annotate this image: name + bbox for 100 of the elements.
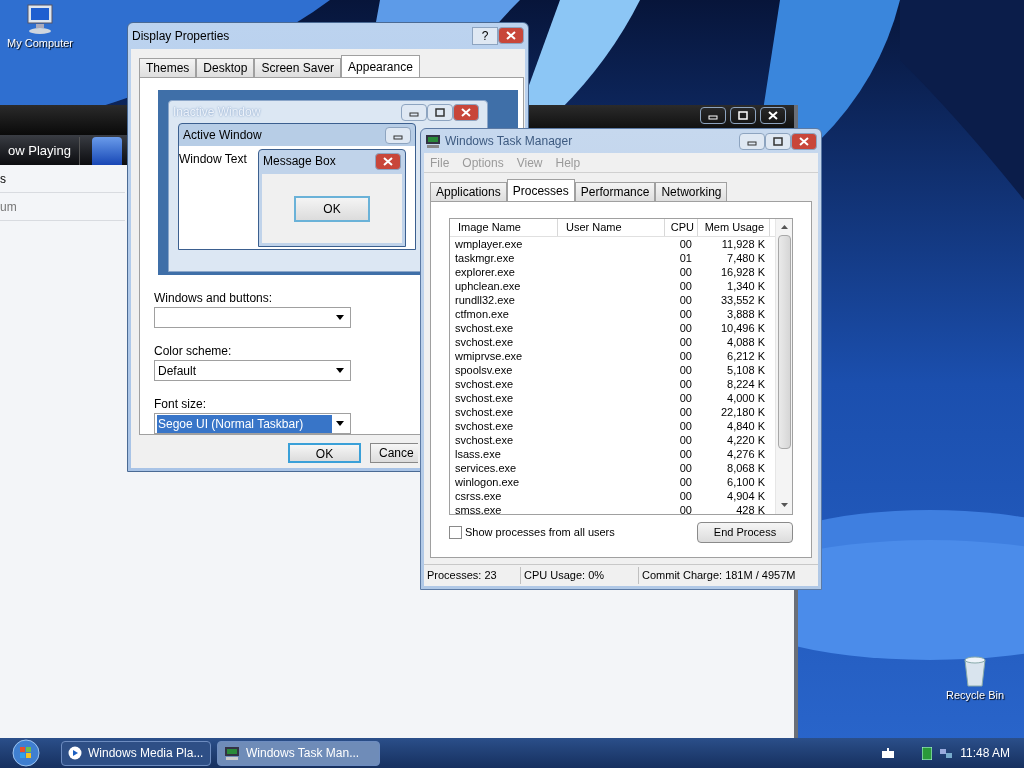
dialog-button[interactable]: OK — [288, 443, 361, 463]
table-cell-text: smss.exe — [454, 502, 503, 514]
column-header[interactable]: CPU — [665, 219, 698, 236]
field-label: Windows and buttons: — [154, 290, 273, 305]
dropdown[interactable]: Default — [154, 360, 351, 381]
trash-can-icon[interactable] — [962, 655, 988, 687]
table-cell-text: 4,276 K — [726, 446, 766, 461]
table-cell-text: spoolsv.exe — [454, 362, 514, 377]
caret-icon — [336, 315, 344, 320]
tab[interactable]: Screen Saver — [254, 58, 342, 77]
dropdown[interactable] — [154, 307, 351, 328]
checkbox[interactable] — [449, 526, 462, 539]
table-cell-text: 00 — [678, 418, 693, 433]
close-icon — [383, 156, 393, 166]
window-title: Active Window — [183, 127, 262, 144]
column-header[interactable]: Mem Usage — [698, 219, 770, 236]
table-cell-text: 10,496 K — [719, 320, 766, 335]
table-cell-text: 6,212 K — [726, 348, 766, 363]
down-arrow-icon[interactable] — [780, 503, 788, 507]
network-icon[interactable] — [940, 747, 953, 759]
tab[interactable]: Networking — [655, 182, 728, 201]
close-icon — [768, 111, 778, 120]
tab[interactable]: Appearance — [341, 55, 420, 77]
table-cell-text: 00 — [678, 362, 693, 377]
table-cell-text: 00 — [678, 236, 693, 251]
tab[interactable]: Desktop — [196, 58, 255, 77]
column-header[interactable]: User Name — [558, 219, 665, 236]
ok-button[interactable]: OK — [294, 195, 370, 222]
window-text: Window Text — [179, 152, 247, 166]
start-button[interactable] — [12, 739, 40, 767]
dialog-button[interactable]: Cance — [370, 443, 418, 463]
table-cell-text: 00 — [678, 488, 693, 503]
close-button[interactable] — [760, 107, 786, 124]
up-arrow-icon[interactable] — [780, 225, 788, 229]
table-cell-text: 00 — [678, 306, 693, 321]
scroll-thumb[interactable] — [777, 235, 791, 449]
checkbox-label: Show processes from all users — [465, 525, 615, 541]
table-cell-text: winlogon.exe — [454, 474, 521, 489]
caret-icon — [336, 421, 344, 426]
column-header[interactable]: Image Name — [450, 219, 558, 236]
window-title: Windows Task Manager — [445, 133, 573, 150]
player-tab[interactable]: ow Playing — [0, 137, 80, 165]
minimize-button[interactable] — [700, 107, 726, 124]
list-item[interactable]: s — [0, 165, 125, 193]
close-icon — [799, 136, 809, 146]
end-process-button[interactable]: End Process — [697, 522, 793, 543]
table-cell-text: 00 — [678, 278, 693, 293]
table-cell-text: 00 — [678, 376, 693, 391]
table-cell-text: 6,100 K — [726, 474, 766, 489]
computer-icon[interactable] — [25, 3, 55, 35]
dropdown[interactable]: Segoe UI (Normal Taskbar) — [154, 413, 351, 434]
tab[interactable]: Applications — [430, 182, 507, 201]
table-cell-text: 00 — [678, 320, 693, 335]
table-cell-text: 8,224 K — [726, 376, 766, 391]
table-cell-text: 4,088 K — [726, 334, 766, 349]
table-cell-text: taskmgr.exe — [454, 250, 516, 265]
table-cell-text: services.exe — [454, 460, 518, 475]
close-icon — [506, 31, 516, 40]
play-icon — [68, 746, 82, 760]
caret-icon — [336, 368, 344, 373]
table-cell-text: svchost.exe — [454, 432, 515, 447]
table-cell-text: svchost.exe — [454, 334, 515, 349]
taskbar-button[interactable]: Windows Media Pla... — [61, 740, 211, 766]
table-cell-text: 00 — [678, 404, 693, 419]
table-cell-text: svchost.exe — [454, 320, 515, 335]
table-cell-text: ctfmon.exe — [454, 306, 510, 321]
table-cell-text: 8,068 K — [726, 460, 766, 475]
table-cell-text: uphclean.exe — [454, 278, 522, 293]
table-cell-text: 00 — [678, 390, 693, 405]
maximize-button[interactable] — [730, 107, 756, 124]
tab[interactable]: Themes — [139, 58, 197, 77]
monitor-icon — [425, 133, 441, 149]
maximize-icon — [738, 111, 748, 120]
player-tab[interactable] — [91, 137, 122, 165]
table-cell-text: 3,888 K — [726, 306, 766, 321]
keyboard-icon[interactable] — [882, 748, 895, 758]
table-cell-text: 16,928 K — [719, 264, 766, 279]
table-cell-text: 00 — [678, 334, 693, 349]
table-cell-text: 00 — [678, 264, 693, 279]
table-cell-text: 4,904 K — [726, 488, 766, 503]
dropdown-value: Segoe UI (Normal Taskbar) — [157, 414, 332, 433]
close-icon — [461, 107, 471, 117]
table-cell-text: wmiprvse.exe — [454, 348, 524, 363]
tab[interactable]: Processes — [506, 179, 575, 201]
maximize-button[interactable] — [765, 132, 791, 150]
icon-label: My Computer — [7, 36, 73, 51]
table-cell-text: explorer.exe — [454, 264, 516, 279]
table-cell-text: 1,340 K — [726, 278, 766, 293]
tab[interactable]: Performance — [574, 182, 656, 201]
table-cell-text: 01 — [678, 250, 693, 265]
maximize-button[interactable] — [427, 103, 453, 121]
maximize-icon — [773, 136, 783, 146]
table-cell-text: 00 — [678, 292, 693, 307]
table-cell-text: svchost.exe — [454, 376, 515, 391]
table-cell-text: 4,000 K — [726, 390, 766, 405]
table-cell-text: rundll32.exe — [454, 292, 516, 307]
icon-label: Recycle Bin — [945, 688, 1005, 703]
help-button[interactable]: ? — [472, 27, 498, 45]
list-item[interactable]: um — [0, 193, 125, 221]
status-text: Commit Charge: 181M / 4957M — [641, 568, 797, 584]
